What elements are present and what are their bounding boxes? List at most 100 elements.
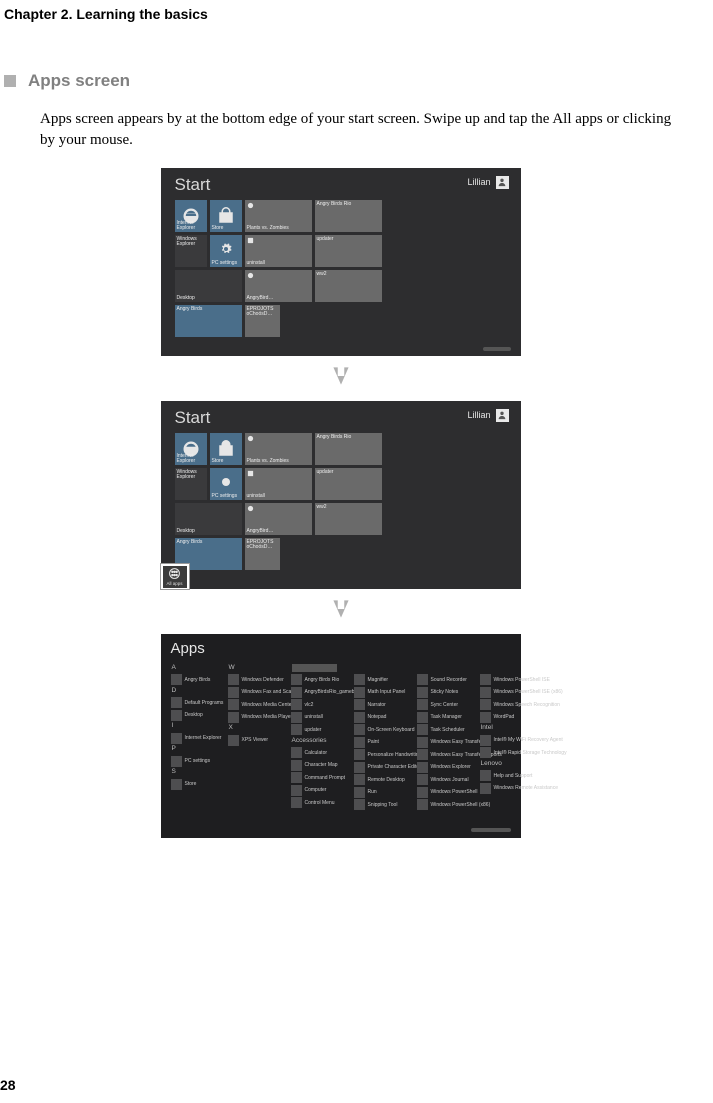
app-item[interactable]: Paint [354, 737, 412, 748]
tile-updater[interactable]: updater [315, 468, 382, 500]
user-avatar-icon [496, 176, 509, 189]
tile-store[interactable]: Store [210, 433, 242, 465]
app-icon [291, 747, 302, 758]
tile-internet-explorer[interactable]: Internet Explorer [175, 433, 207, 465]
all-apps-button[interactable]: All apps [163, 566, 187, 588]
square-bullet-icon [4, 75, 16, 87]
app-item[interactable]: Angry Birds Rio [291, 674, 349, 685]
app-item[interactable]: Windows Easy Transfer [417, 737, 475, 748]
tile-internet-explorer[interactable]: Internet Explorer [175, 200, 207, 232]
app-item[interactable]: Notepad [354, 712, 412, 723]
tile-plants-vs-zombies[interactable]: Plants vs. Zombies [245, 200, 312, 232]
app-item[interactable]: Help and Support [480, 770, 536, 781]
tile-pc-settings[interactable]: PC settings [210, 468, 242, 500]
app-item[interactable]: Character Map [291, 760, 349, 771]
app-item[interactable]: Windows Easy Transfer Reports [417, 749, 475, 760]
app-item[interactable]: On-Screen Keyboard [354, 724, 412, 735]
app-item[interactable]: Sound Recorder [417, 674, 475, 685]
app-item[interactable]: Snipping Tool [354, 799, 412, 810]
tile-store[interactable]: Store [210, 200, 242, 232]
chapter-header: Chapter 2. Learning the basics [0, 6, 681, 22]
letter-header: A [172, 664, 223, 672]
app-icon [480, 687, 491, 698]
app-item[interactable]: uninstall [291, 712, 349, 723]
tile-desktop[interactable]: Desktop [175, 503, 242, 535]
tile-angrybird[interactable]: AngryBird… [245, 503, 312, 535]
app-label: Run [368, 789, 377, 795]
app-item[interactable]: Task Manager [417, 712, 475, 723]
tile-plants-vs-zombies[interactable]: Plants vs. Zombies [245, 433, 312, 465]
app-icon [480, 674, 491, 685]
app-item[interactable]: vlc2 [291, 699, 349, 710]
app-item[interactable]: Calculator [291, 747, 349, 758]
app-item[interactable]: Store [171, 779, 223, 790]
tile-desktop[interactable]: Desktop [175, 270, 242, 302]
app-item[interactable]: Task Scheduler [417, 724, 475, 735]
tile-angry-birds[interactable]: Angry Birds [175, 305, 242, 337]
tile-eprojots[interactable]: EPROJOTS oChoósD… [245, 305, 280, 337]
app-item[interactable]: Command Prompt [291, 772, 349, 783]
tile-angry-birds-rio[interactable]: Angry Birds Rio [315, 200, 382, 232]
app-item[interactable]: Windows PowerShell [417, 787, 475, 798]
tile-eprojots[interactable]: EPROJOTS oChoósD… [245, 538, 280, 570]
app-icon [480, 712, 491, 723]
app-label: Task Manager [431, 714, 462, 720]
app-item[interactable]: Magnifier [354, 674, 412, 685]
app-item[interactable]: Angry Birds [171, 674, 223, 685]
app-item[interactable]: Sticky Notes [417, 687, 475, 698]
app-item[interactable]: Windows Speech Recognition [480, 699, 536, 710]
tile-windows-explorer[interactable]: Windows Explorer [175, 235, 207, 267]
tile-pc-settings[interactable]: PC settings [210, 235, 242, 267]
app-icon [417, 687, 428, 698]
app-item[interactable]: XPS Viewer [228, 735, 286, 746]
app-icon [354, 762, 365, 773]
app-item[interactable]: Desktop [171, 710, 223, 721]
app-item[interactable]: Sync Center [417, 699, 475, 710]
app-item[interactable]: Intel® My WiFi Recovery Agent [480, 735, 536, 746]
app-item[interactable]: updater [291, 724, 349, 735]
app-label: Angry Birds [185, 677, 211, 683]
app-item[interactable]: Windows Remote Assistance [480, 783, 536, 794]
app-label: Math Input Panel [368, 689, 406, 695]
app-item[interactable]: Windows Explorer [417, 762, 475, 773]
app-item[interactable]: Remote Desktop [354, 774, 412, 785]
app-item[interactable]: Narrator [354, 699, 412, 710]
app-item[interactable]: Windows PowerShell ISE [480, 674, 536, 685]
tile-windows-explorer[interactable]: Windows Explorer [175, 468, 207, 500]
app-item[interactable]: Windows Media Center [228, 699, 286, 710]
app-item[interactable]: Run [354, 787, 412, 798]
tile-label: Internet Explorer [177, 221, 205, 231]
app-item[interactable]: Personalize Handwriting… [354, 749, 412, 760]
tile-angrybird[interactable]: AngryBird… [245, 270, 312, 302]
app-item[interactable]: Math Input Panel [354, 687, 412, 698]
app-item[interactable]: Computer [291, 785, 349, 796]
tile-updater[interactable]: updater [315, 235, 382, 267]
app-label: Computer [305, 787, 327, 793]
app-item[interactable]: Internet Explorer [171, 733, 223, 744]
tile-ww2[interactable]: ww2 [315, 503, 382, 535]
app-item[interactable]: Windows PowerShell (x86) [417, 799, 475, 810]
app-item[interactable]: Windows Fax and Scan [228, 687, 286, 698]
tile-angry-birds-rio[interactable]: Angry Birds Rio [315, 433, 382, 465]
user-account[interactable]: Lillian [467, 409, 508, 422]
app-label: AngryBirdsRio_gamebar [305, 689, 359, 695]
app-item[interactable]: Windows Journal [417, 774, 475, 785]
tile-uninstall[interactable]: uninstall [245, 235, 312, 267]
app-item[interactable]: Default Programs [171, 697, 223, 708]
app-item[interactable]: Windows Defender [228, 674, 286, 685]
app-item[interactable]: WordPad [480, 712, 536, 723]
app-item[interactable]: PC settings [171, 756, 223, 767]
tile-ww2[interactable]: ww2 [315, 270, 382, 302]
tile-label: uninstall [247, 261, 310, 266]
app-item[interactable]: Control Menu [291, 797, 349, 808]
app-item[interactable]: Intel® Rapid Storage Technology [480, 747, 536, 758]
h-scrollbar[interactable] [483, 347, 511, 351]
app-item[interactable]: Windows Media Player [228, 712, 286, 723]
h-scrollbar[interactable] [471, 828, 511, 832]
user-account[interactable]: Lillian [467, 176, 508, 189]
app-item[interactable]: AngryBirdsRio_gamebar [291, 687, 349, 698]
app-label: Snipping Tool [368, 802, 398, 808]
app-item[interactable]: Private Character Editor [354, 762, 412, 773]
app-item[interactable]: Windows PowerShell ISE (x86) [480, 687, 536, 698]
tile-uninstall[interactable]: uninstall [245, 468, 312, 500]
